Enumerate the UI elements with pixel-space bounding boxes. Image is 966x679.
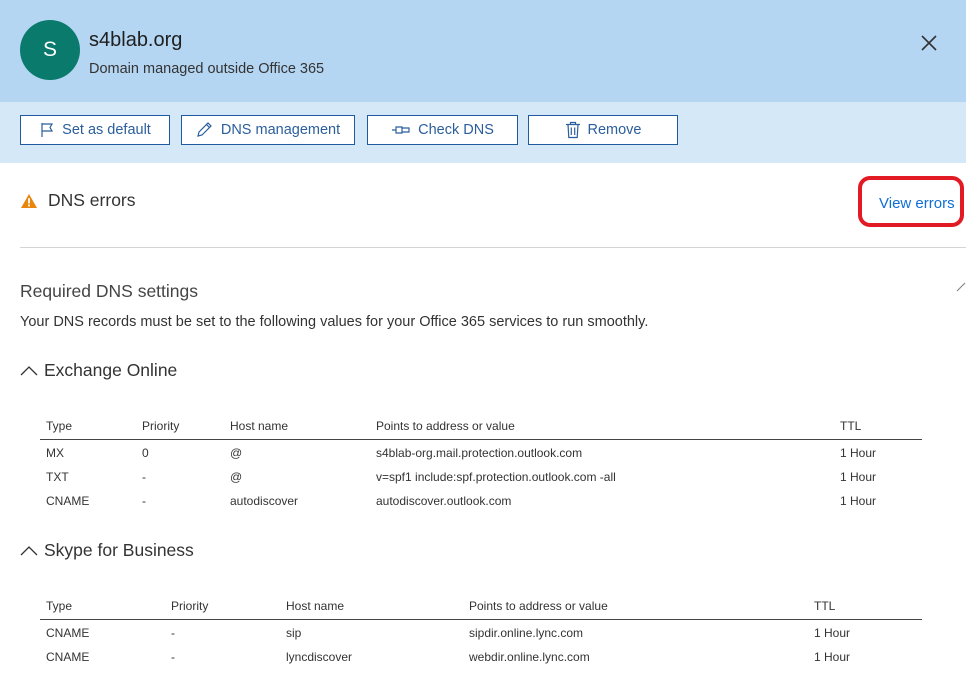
table-cell: sipdir.online.lync.com xyxy=(469,626,584,640)
column-header: TTL xyxy=(814,599,836,613)
table-row: CNAME - sip sipdir.online.lync.com 1 Hou… xyxy=(40,620,922,644)
domain-subtitle: Domain managed outside Office 365 xyxy=(89,61,325,77)
avatar-letter: S xyxy=(42,38,57,61)
column-header: Points to address or value xyxy=(469,599,608,613)
table-row: CNAME - lyncdiscover webdir.online.lync.… xyxy=(40,644,922,668)
expand-corner-icon xyxy=(956,282,966,292)
table-row: MX 0 @ s4blab-org.mail.protection.outloo… xyxy=(40,440,922,464)
column-header: Points to address or value xyxy=(376,419,515,433)
table-cell: @ xyxy=(230,470,243,484)
check-dns-button[interactable]: Check DNS xyxy=(367,115,518,145)
table-cell: 1 Hour xyxy=(814,650,851,664)
skype-for-business-title: Skype for Business xyxy=(44,540,194,560)
highlight-annotation xyxy=(858,176,964,227)
close-icon xyxy=(921,35,937,51)
section-divider xyxy=(20,247,966,248)
remove-button[interactable]: Remove xyxy=(528,115,678,145)
table-cell: @ xyxy=(230,446,243,460)
column-header: Type xyxy=(46,419,73,433)
dns-errors-status: DNS errors xyxy=(20,190,136,211)
set-as-default-label: Set as default xyxy=(62,122,151,138)
table-cell: TXT xyxy=(46,470,69,484)
table-cell: - xyxy=(171,626,175,640)
table-header-row: Type Priority Host name Points to addres… xyxy=(40,414,922,440)
table-cell: - xyxy=(142,470,146,484)
table-cell: lyncdiscover xyxy=(286,650,353,664)
check-dns-label: Check DNS xyxy=(418,122,494,138)
table-cell: sip xyxy=(286,626,302,640)
warning-icon xyxy=(21,193,37,208)
flag-icon xyxy=(41,123,54,137)
exchange-dns-table: Type Priority Host name Points to addres… xyxy=(40,414,922,512)
action-toolbar: Set as default DNS management Check DNS … xyxy=(0,102,966,163)
table-cell: autodiscover xyxy=(230,494,299,508)
dns-errors-label: DNS errors xyxy=(48,190,136,210)
dns-management-label: DNS management xyxy=(220,122,341,138)
table-cell: CNAME xyxy=(46,626,90,640)
close-button[interactable] xyxy=(916,30,942,56)
required-dns-description: Your DNS records must be set to the foll… xyxy=(20,314,649,330)
remove-label: Remove xyxy=(587,122,642,138)
table-cell: MX xyxy=(46,446,64,460)
table-cell: - xyxy=(142,494,146,508)
domain-title: s4blab.org xyxy=(89,29,183,51)
table-cell: s4blab-org.mail.protection.outlook.com xyxy=(376,446,583,460)
dns-management-button[interactable]: DNS management xyxy=(181,115,355,145)
chevron-up-icon xyxy=(20,365,38,375)
table-cell: 1 Hour xyxy=(840,494,877,508)
set-as-default-button[interactable]: Set as default xyxy=(20,115,170,145)
exchange-online-toggle[interactable]: Exchange Online xyxy=(20,360,177,381)
table-cell: CNAME xyxy=(46,650,90,664)
column-header: Host name xyxy=(230,419,289,433)
table-cell: autodiscover.outlook.com xyxy=(376,494,512,508)
exchange-online-title: Exchange Online xyxy=(44,360,178,380)
skype-for-business-toggle[interactable]: Skype for Business xyxy=(20,540,194,561)
column-header: TTL xyxy=(840,419,862,433)
check-dns-icon xyxy=(392,126,410,134)
column-header: Host name xyxy=(286,599,345,613)
panel-header: S s4blab.org Domain managed outside Offi… xyxy=(0,0,966,102)
table-cell: webdir.online.lync.com xyxy=(469,650,590,664)
column-header: Priority xyxy=(142,419,180,433)
table-cell: CNAME xyxy=(46,494,90,508)
domain-avatar: S xyxy=(20,20,80,80)
skype-dns-table: Type Priority Host name Points to addres… xyxy=(40,594,922,668)
trash-icon xyxy=(565,121,580,139)
column-header: Type xyxy=(46,599,73,613)
column-header: Priority xyxy=(171,599,209,613)
table-cell: 1 Hour xyxy=(814,626,851,640)
table-header-row: Type Priority Host name Points to addres… xyxy=(40,594,922,620)
table-cell: 1 Hour xyxy=(840,470,877,484)
table-row: TXT - @ v=spf1 include:spf.protection.ou… xyxy=(40,464,922,488)
table-row: CNAME - autodiscover autodiscover.outloo… xyxy=(40,488,922,512)
table-cell: - xyxy=(171,650,175,664)
table-cell: 1 Hour xyxy=(840,446,877,460)
chevron-up-icon xyxy=(20,545,38,555)
required-dns-title: Required DNS settings xyxy=(20,281,198,301)
table-cell: 0 xyxy=(142,446,149,460)
table-cell: v=spf1 include:spf.protection.outlook.co… xyxy=(376,470,616,484)
pencil-icon xyxy=(197,122,212,137)
